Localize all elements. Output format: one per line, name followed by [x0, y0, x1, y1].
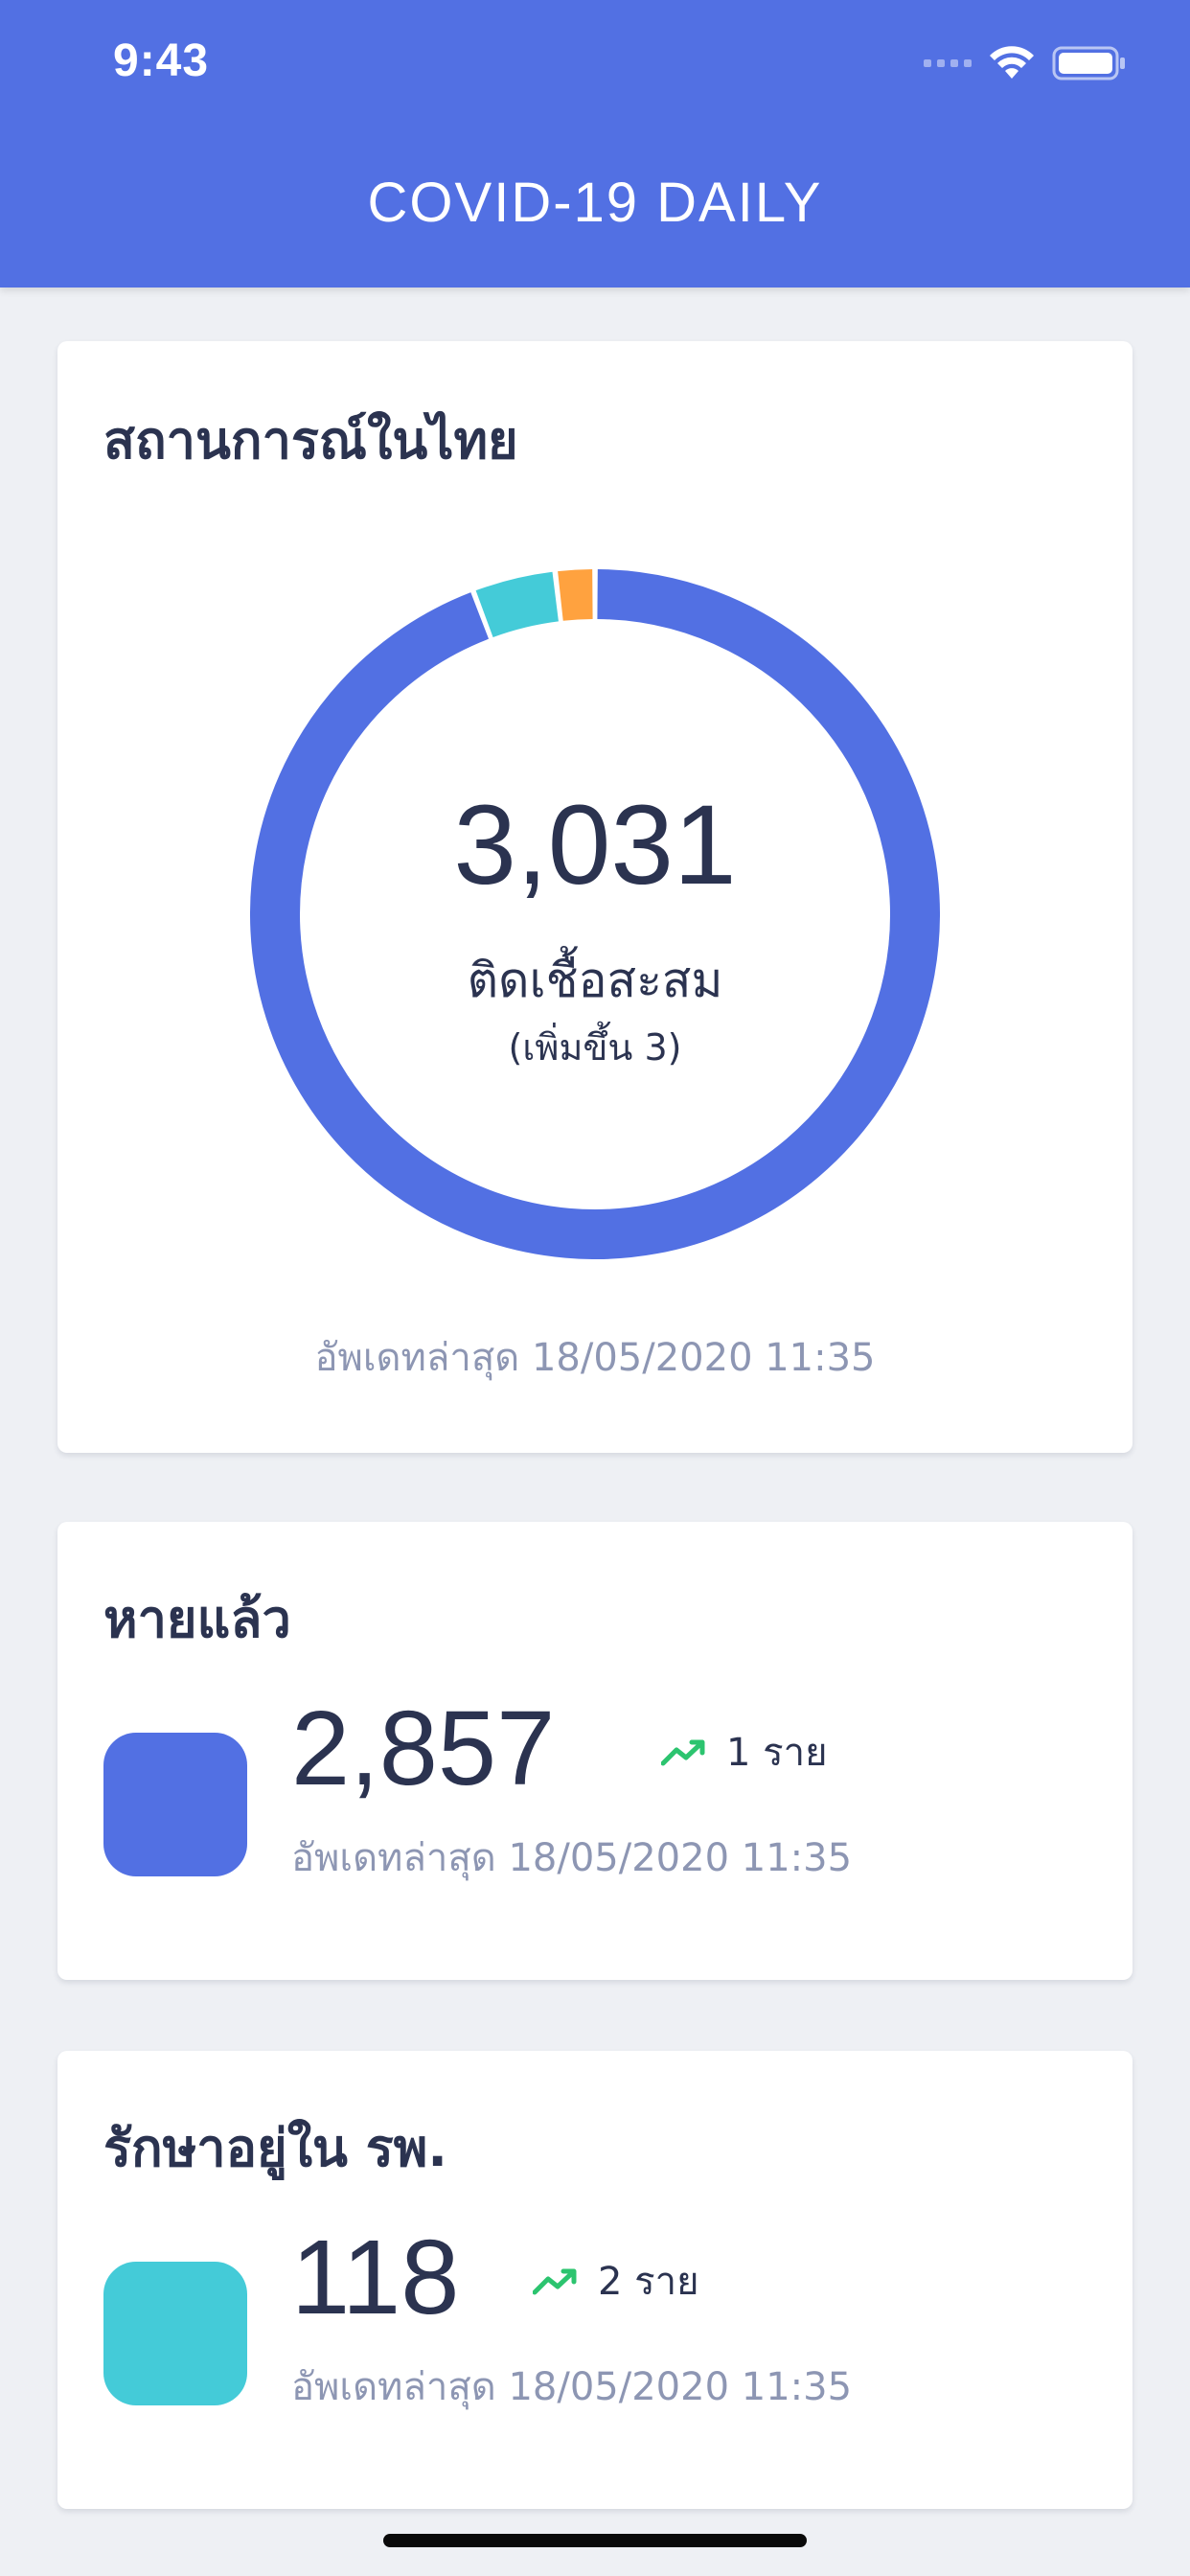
- recovered-card[interactable]: หายแล้ว 2,857 1 ราย อัพเดทล่าสุด 18/05/2…: [57, 1522, 1133, 1980]
- summary-updated-time: อัพเดทล่าสุด 18/05/2020 11:35: [314, 1336, 876, 1380]
- recovered-updated-time: อัพเดทล่าสุด 18/05/2020 11:35: [291, 1836, 853, 1880]
- cellular-signal-icon: [924, 59, 972, 67]
- hospitalized-title: รักษาอยู่ใน รพ.: [103, 2118, 447, 2178]
- donut-svg: [250, 569, 940, 1259]
- home-indicator: [383, 2534, 807, 2547]
- total-cases-label: ติดเชื้อสะสม: [467, 953, 723, 1008]
- recovered-change: 1 ราย: [726, 1731, 828, 1775]
- battery-icon: [1052, 46, 1125, 80]
- recovered-color-swatch: [103, 1733, 247, 1876]
- app-title: COVID-19 DAILY: [367, 172, 823, 234]
- recovered-title: หายแล้ว: [103, 1589, 291, 1649]
- donut-segment-recovered: [250, 569, 940, 1259]
- summary-title: สถานการณ์ในไทย: [103, 410, 518, 471]
- donut-chart: 3,031 ติดเชื้อสะสม (เพิ่มขึ้น 3): [250, 569, 940, 1259]
- hospitalized-trend: 2 ราย: [533, 2252, 699, 2310]
- recovered-count: 2,857: [291, 1690, 556, 1807]
- total-cases: 3,031: [453, 782, 737, 908]
- hospitalized-updated-time: อัพเดทล่าสุด 18/05/2020 11:35: [291, 2365, 853, 2409]
- status-icons: [924, 42, 1127, 84]
- hospitalized-card[interactable]: รักษาอยู่ใน รพ. 118 2 ราย อัพเดทล่าสุด 1…: [57, 2051, 1133, 2509]
- hospitalized-count: 118: [291, 2219, 460, 2336]
- wifi-icon: [990, 46, 1034, 79]
- total-increase: (เพิ่มขึ้น 3): [508, 1026, 682, 1069]
- donut-segment-hospitalized: [475, 571, 560, 638]
- donut-segment-deaths: [558, 569, 593, 621]
- app-header: 9:43 COVID-19 DAILY: [0, 0, 1190, 288]
- trending-up-icon: [533, 2268, 577, 2295]
- recovered-trend: 1 ราย: [661, 1723, 828, 1781]
- hospitalized-change: 2 ราย: [598, 2260, 699, 2304]
- summary-card[interactable]: สถานการณ์ในไทย 3,031 ติดเชื้อสะสม (เพิ่ม…: [57, 341, 1133, 1453]
- trending-up-icon: [661, 1739, 705, 1766]
- hospitalized-color-swatch: [103, 2262, 247, 2405]
- status-time: 9:43: [113, 35, 210, 86]
